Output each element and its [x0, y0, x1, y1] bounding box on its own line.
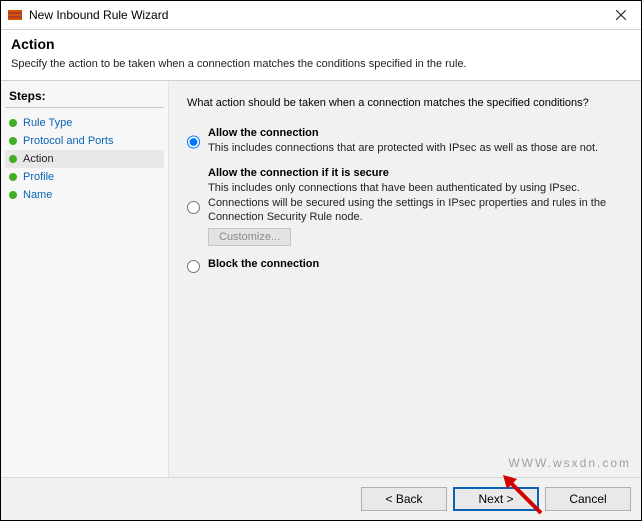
step-dot-icon [9, 137, 17, 145]
step-rule-type[interactable]: Rule Type [5, 114, 164, 132]
radio-allow-secure[interactable] [187, 169, 200, 246]
titlebar: New Inbound Rule Wizard [1, 1, 641, 30]
step-label: Name [23, 189, 52, 201]
step-action[interactable]: Action [5, 150, 164, 168]
step-dot-icon [9, 191, 17, 199]
body: Steps: Rule Type Protocol and Ports Acti… [1, 80, 641, 477]
option-desc: This includes connections that are prote… [208, 141, 623, 155]
option-block: Block the connection [187, 258, 623, 273]
content-pane: What action should be taken when a conne… [169, 81, 641, 477]
customize-button: Customize... [208, 228, 291, 246]
page-title: Action [11, 36, 631, 52]
step-dot-icon [9, 173, 17, 181]
option-title: Allow the connection if it is secure [208, 167, 623, 179]
step-label: Action [23, 153, 54, 165]
option-title: Allow the connection [208, 127, 623, 139]
radio-allow[interactable] [187, 129, 200, 155]
option-body: Block the connection [208, 258, 623, 273]
back-button[interactable]: < Back [361, 487, 447, 511]
option-allow: Allow the connection This includes conne… [187, 127, 623, 155]
prompt-text: What action should be taken when a conne… [187, 97, 623, 109]
step-label: Protocol and Ports [23, 135, 114, 147]
next-button[interactable]: Next > [453, 487, 539, 511]
steps-sidebar: Steps: Rule Type Protocol and Ports Acti… [1, 81, 169, 477]
steps-heading: Steps: [5, 87, 164, 108]
option-allow-secure: Allow the connection if it is secure Thi… [187, 167, 623, 246]
option-title: Block the connection [208, 258, 623, 270]
step-dot-icon [9, 155, 17, 163]
radio-block[interactable] [187, 260, 200, 273]
step-protocol-and-ports[interactable]: Protocol and Ports [5, 132, 164, 150]
page-subtitle: Specify the action to be taken when a co… [11, 58, 631, 70]
option-body: Allow the connection This includes conne… [208, 127, 623, 155]
option-body: Allow the connection if it is secure Thi… [208, 167, 623, 246]
step-label: Rule Type [23, 117, 72, 129]
window-title: New Inbound Rule Wizard [29, 8, 601, 22]
step-name[interactable]: Name [5, 186, 164, 204]
option-desc: This includes only connections that have… [208, 181, 623, 224]
firewall-icon [7, 7, 23, 23]
step-label: Profile [23, 171, 54, 183]
step-profile[interactable]: Profile [5, 168, 164, 186]
page-header: Action Specify the action to be taken wh… [1, 30, 641, 80]
cancel-button[interactable]: Cancel [545, 487, 631, 511]
close-icon[interactable] [601, 1, 641, 29]
footer: < Back Next > Cancel [1, 477, 641, 520]
step-dot-icon [9, 119, 17, 127]
wizard-window: New Inbound Rule Wizard Action Specify t… [0, 0, 642, 521]
